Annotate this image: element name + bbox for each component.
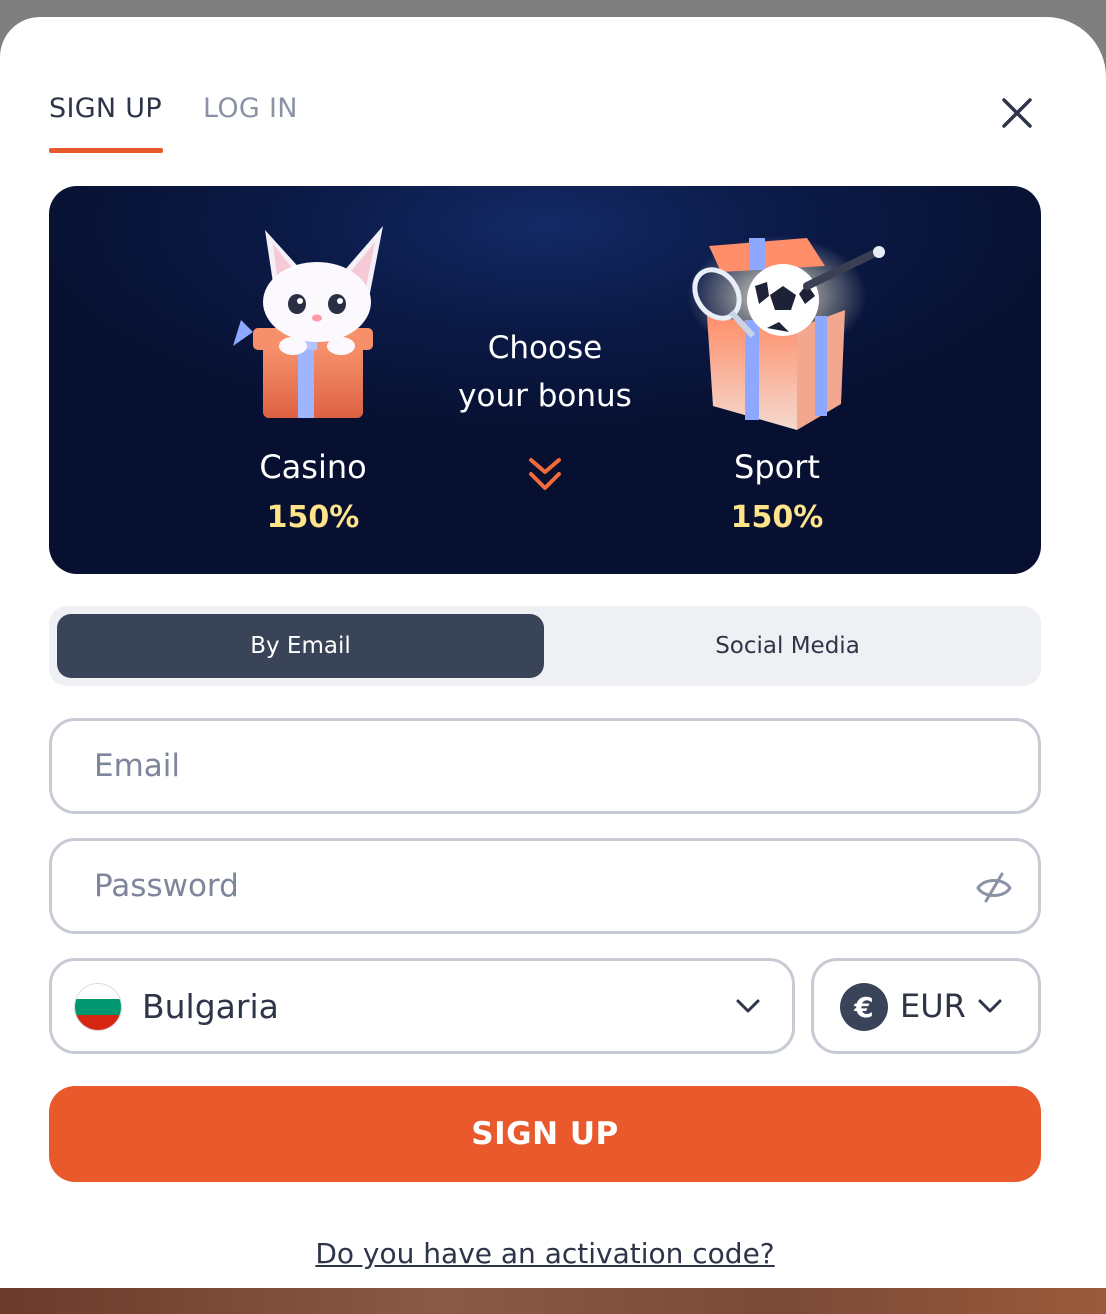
active-tab-indicator	[49, 148, 163, 153]
euro-icon: €	[840, 983, 888, 1031]
close-icon[interactable]	[996, 92, 1038, 134]
eye-off-icon[interactable]	[974, 868, 1014, 908]
background-strip	[0, 1288, 1106, 1314]
casino-label: Casino	[259, 448, 367, 486]
sport-label: Sport	[734, 448, 820, 486]
double-chevron-down-icon	[527, 456, 563, 496]
chevron-down-icon	[734, 992, 762, 1020]
selected-currency: EUR	[900, 987, 966, 1025]
activation-code-link[interactable]: Do you have an activation code?	[0, 1237, 1090, 1270]
signup-button[interactable]: SIGN UP	[49, 1086, 1041, 1182]
casino-bonus-option[interactable]: Casino 150%	[193, 216, 433, 535]
tab-login[interactable]: LOG IN	[203, 93, 298, 124]
signup-modal: SIGN UP LOG IN Casino 150% Choose your b…	[0, 17, 1106, 1288]
currency-select[interactable]: € EUR	[811, 958, 1041, 1054]
country-select[interactable]: Bulgaria	[49, 958, 795, 1054]
email-input[interactable]	[94, 721, 954, 811]
casino-bonus-percent: 150%	[266, 500, 360, 535]
selected-country: Bulgaria	[142, 986, 279, 1026]
bulgaria-flag-icon	[74, 983, 122, 1031]
sport-gift-ball-image	[657, 216, 897, 436]
sport-bonus-percent: 150%	[730, 500, 824, 535]
bonus-banner: Casino 150% Choose your bonus Sport 150%	[49, 186, 1041, 574]
registration-method-toggle: By Email Social Media	[49, 606, 1041, 686]
sport-bonus-option[interactable]: Sport 150%	[657, 216, 897, 535]
casino-gift-fox-image	[193, 216, 433, 436]
tab-signup[interactable]: SIGN UP	[49, 93, 162, 124]
by-email-button[interactable]: By Email	[57, 614, 544, 678]
social-media-button[interactable]: Social Media	[544, 614, 1031, 678]
email-field-container	[49, 718, 1041, 814]
password-field-container	[49, 838, 1041, 934]
choose-bonus-heading: Choose your bonus	[458, 330, 632, 414]
password-input[interactable]	[94, 841, 954, 931]
chevron-down-icon	[976, 992, 1004, 1020]
